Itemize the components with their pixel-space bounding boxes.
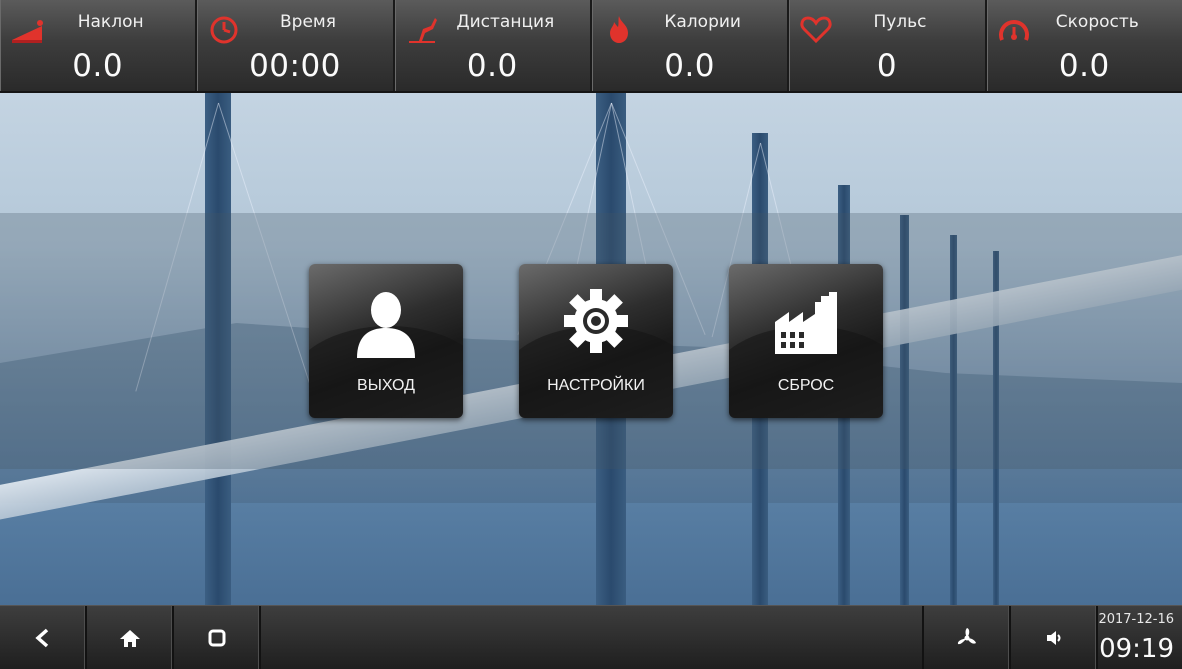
factory-icon <box>775 292 837 354</box>
stat-value: 00:00 <box>249 48 341 84</box>
fan-icon <box>957 628 976 645</box>
stat-distance: Дистанция 0.0 <box>395 0 592 91</box>
stat-label: Наклон <box>77 12 144 32</box>
status-clock: 2017-12-16 09:19 <box>1098 606 1182 669</box>
stat-value: 0 <box>876 48 898 84</box>
stat-time: Время 00:00 <box>197 0 395 91</box>
settings-label: НАСТРОЙКИ <box>547 377 645 394</box>
stat-label: Пульс <box>873 12 927 32</box>
stat-label: Калории <box>664 12 741 32</box>
stat-pulse: Пульс 0 <box>789 0 987 91</box>
status-date: 2017-12-16 <box>1098 612 1174 627</box>
home-button[interactable] <box>87 606 174 669</box>
stat-speed: Скорость 0.0 <box>987 0 1182 91</box>
home-icon <box>119 630 140 647</box>
stat-value: 0.0 <box>664 48 716 84</box>
fan-button[interactable] <box>924 606 1011 669</box>
stat-value: 0.0 <box>1058 48 1110 84</box>
stat-value: 0.0 <box>72 48 124 84</box>
recent-apps-icon <box>208 629 225 647</box>
nav-spacer <box>261 606 924 669</box>
status-time: 09:19 <box>1099 634 1174 664</box>
stat-incline: Наклон 0.0 <box>0 0 198 91</box>
volume-icon <box>1046 631 1060 645</box>
back-button[interactable] <box>0 606 87 669</box>
stat-label: Скорость <box>1055 12 1139 32</box>
exit-label: ВЫХОД <box>357 377 415 394</box>
user-icon <box>357 292 415 358</box>
stat-label: Дистанция <box>456 12 555 32</box>
reset-button[interactable]: СБРОС <box>729 264 883 418</box>
stats-bar: Наклон 0.0 Время 00:00 Дистанция 0.0 Кал… <box>0 0 1182 93</box>
stat-calories: Калории 0.0 <box>592 0 790 91</box>
volume-button[interactable] <box>1011 606 1098 669</box>
reset-label: СБРОС <box>777 377 835 394</box>
gear-icon <box>564 289 628 353</box>
back-icon <box>34 628 48 648</box>
exit-button[interactable]: ВЫХОД <box>309 264 463 418</box>
stat-value: 0.0 <box>466 48 518 84</box>
bottom-navigation-bar: 2017-12-16 09:19 <box>0 605 1182 669</box>
stat-label: Время <box>280 12 336 32</box>
settings-button[interactable]: НАСТРОЙКИ <box>519 264 673 418</box>
recent-apps-button[interactable] <box>174 606 261 669</box>
